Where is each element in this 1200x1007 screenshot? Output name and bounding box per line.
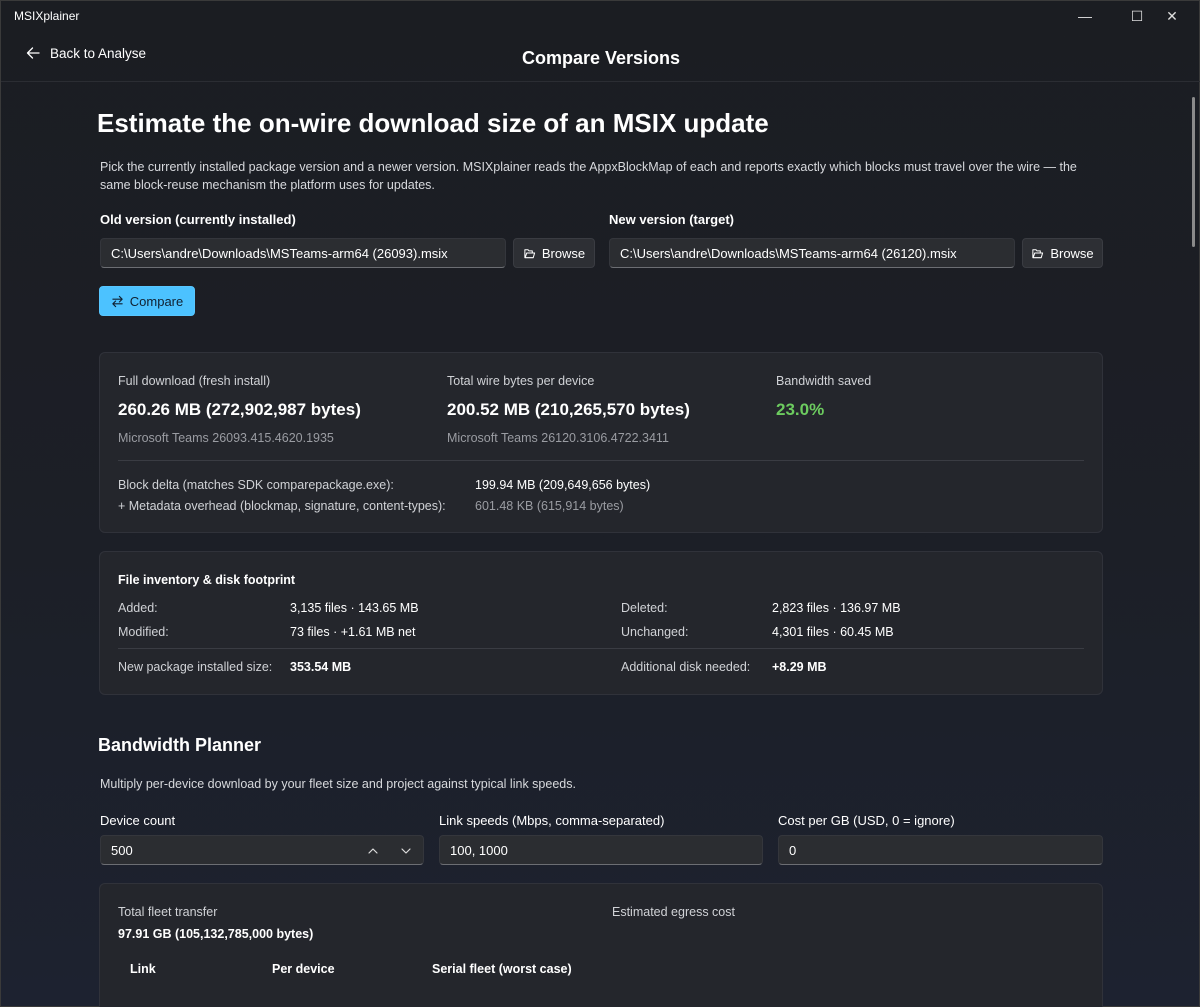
- modified-label: Modified:: [118, 625, 169, 639]
- page-title: Compare Versions: [521, 48, 681, 68]
- unchanged-value: 4,301 files · 60.45 MB: [772, 625, 894, 639]
- deleted-label: Deleted:: [621, 601, 668, 615]
- new-browse-label: Browse: [1050, 245, 1094, 261]
- link-speeds-input[interactable]: 100, 1000: [439, 835, 763, 865]
- fleet-card: [99, 883, 1103, 1007]
- swap-arrows-icon: [112, 295, 123, 307]
- new-package-version: Microsoft Teams 26120.3106.4722.3411: [447, 431, 669, 445]
- arrow-left-icon: [26, 47, 40, 59]
- added-value: 3,135 files · 143.65 MB: [290, 601, 419, 615]
- folder-open-icon: [1032, 248, 1044, 258]
- link-speeds-label: Link speeds (Mbps, comma-separated): [439, 813, 665, 828]
- new-version-label: New version (target): [609, 212, 734, 227]
- full-download-value: 260.26 MB (272,902,987 bytes): [118, 400, 361, 419]
- title-bar: MSIXplainer — ☐ ✕: [1, 1, 1200, 33]
- intro-heading: Estimate the on-wire download size of an…: [97, 108, 769, 138]
- minimize-button[interactable]: —: [1062, 1, 1108, 31]
- old-version-path-input[interactable]: C:\Users\andre\Downloads\MSTeams-arm64 (…: [100, 238, 506, 268]
- compare-label: Compare: [129, 293, 184, 309]
- additional-disk-value: +8.29 MB: [772, 660, 827, 674]
- app-window: MSIXplainer — ☐ ✕ Compare Versions Back …: [0, 0, 1200, 1007]
- spin-down-button[interactable]: [396, 841, 416, 861]
- inventory-divider: [118, 648, 1084, 649]
- spin-up-button[interactable]: [363, 841, 383, 861]
- summary-divider: [118, 460, 1084, 461]
- old-version-label: Old version (currently installed): [100, 212, 296, 227]
- egress-cost-label: Estimated egress cost: [612, 905, 735, 919]
- block-delta-value: 199.94 MB (209,649,656 bytes): [475, 478, 651, 492]
- close-button[interactable]: ✕: [1149, 1, 1195, 31]
- page-header: Compare Versions Back to Analyse: [1, 33, 1200, 82]
- planner-heading: Bandwidth Planner: [98, 735, 262, 755]
- inventory-title: File inventory & disk footprint: [118, 573, 296, 587]
- folder-open-icon: [524, 248, 535, 258]
- new-version-path-input[interactable]: C:\Users\andre\Downloads\MSTeams-arm64 (…: [609, 238, 1015, 268]
- column-header-link: Link: [130, 962, 156, 976]
- fleet-transfer-value: 97.91 GB (105,132,785,000 bytes): [118, 927, 314, 941]
- full-download-label: Full download (fresh install): [118, 374, 271, 388]
- app-title: MSIXplainer: [14, 9, 80, 23]
- column-header-per-device: Per device: [272, 962, 335, 976]
- column-header-serial-fleet: Serial fleet (worst case): [432, 962, 572, 976]
- added-label: Added:: [118, 601, 158, 615]
- deleted-value: 2,823 files · 136.97 MB: [772, 601, 901, 615]
- metadata-overhead-value: 601.48 KB (615,914 bytes): [475, 499, 624, 513]
- installed-size-value: 353.54 MB: [290, 660, 352, 674]
- old-package-version: Microsoft Teams 26093.415.4620.1935: [118, 431, 334, 445]
- additional-disk-label: Additional disk needed:: [621, 660, 751, 674]
- chevron-down-icon: [401, 848, 411, 854]
- old-browse-button[interactable]: Browse: [513, 238, 595, 268]
- intro-description: Pick the currently installed package ver…: [100, 160, 1077, 192]
- block-delta-label: Block delta (matches SDK comparepackage.…: [118, 478, 394, 492]
- unchanged-label: Unchanged:: [621, 625, 689, 639]
- old-browse-label: Browse: [541, 245, 586, 261]
- back-label: Back to Analyse: [50, 45, 147, 61]
- device-count-label: Device count: [100, 813, 176, 828]
- bandwidth-saved-label: Bandwidth saved: [776, 374, 872, 388]
- wire-bytes-label: Total wire bytes per device: [447, 374, 595, 388]
- wire-bytes-value: 200.52 MB (210,265,570 bytes): [447, 400, 690, 419]
- bandwidth-saved-value: 23.0%: [776, 400, 825, 419]
- cost-per-gb-label: Cost per GB (USD, 0 = ignore): [778, 813, 955, 828]
- cost-per-gb-input[interactable]: 0: [778, 835, 1103, 865]
- back-button[interactable]: Back to Analyse: [25, 45, 146, 61]
- installed-size-label: New package installed size:: [118, 660, 273, 674]
- planner-description: Multiply per-device download by your fle…: [100, 777, 576, 791]
- new-browse-button[interactable]: Browse: [1022, 238, 1103, 268]
- vertical-scrollbar[interactable]: [1192, 97, 1195, 247]
- modified-value: 73 files · +1.61 MB net: [290, 625, 416, 639]
- metadata-overhead-label: + Metadata overhead (blockmap, signature…: [118, 499, 446, 513]
- compare-button[interactable]: Compare: [99, 286, 195, 316]
- chevron-up-icon: [368, 848, 378, 854]
- fleet-transfer-label: Total fleet transfer: [118, 905, 218, 919]
